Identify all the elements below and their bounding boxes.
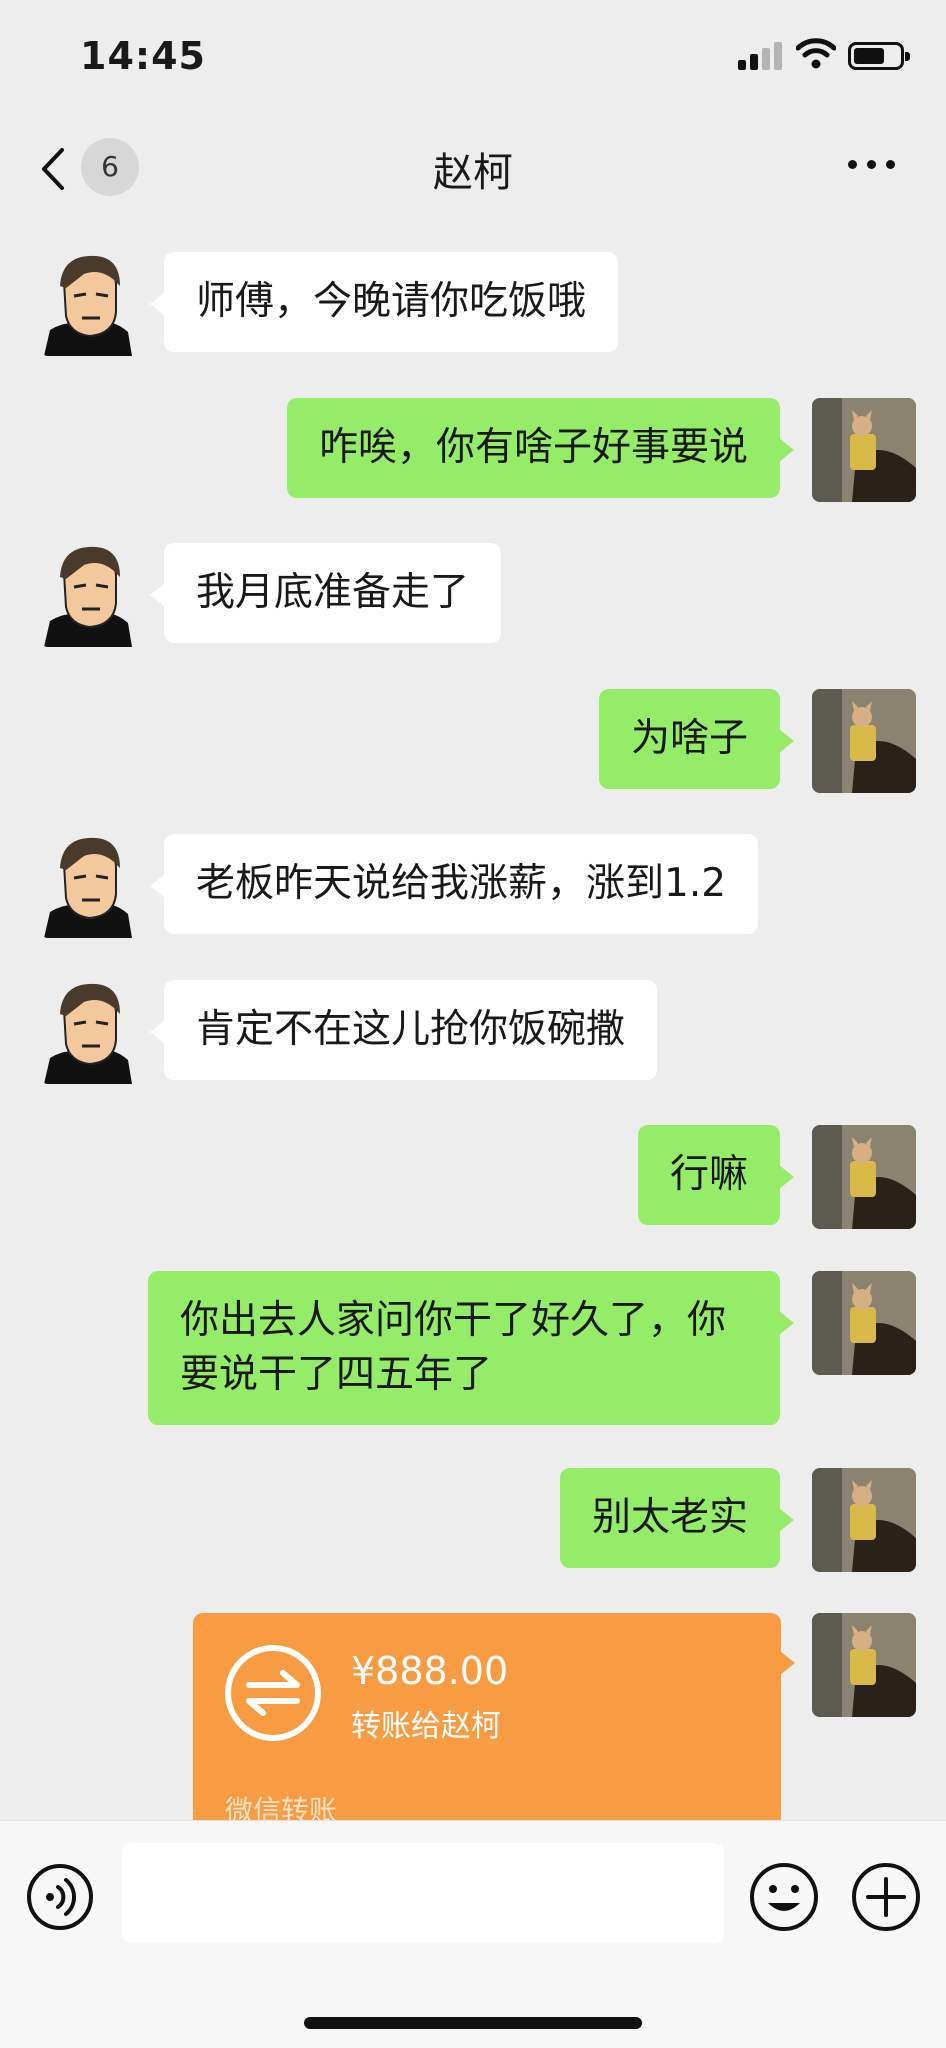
contact-avatar[interactable] [40,980,144,1084]
contact-avatar[interactable] [40,834,144,938]
transfer-recipient: 转账给赵柯 [351,1709,501,1744]
my-avatar[interactable] [812,689,916,793]
message-bubble-sent[interactable]: 别太老实 [559,1468,795,1568]
plus-icon[interactable] [850,1861,922,1933]
ellipsis-icon[interactable] [846,154,898,174]
message-bubble-received[interactable]: 我月底准备走了 [149,543,502,643]
voice-icon[interactable] [26,1863,94,1931]
transfer-amount: ¥888.00 [351,1649,509,1693]
message-bubble-received[interactable]: 肯定不在这儿抢你饭碗撒 [149,980,658,1080]
my-avatar[interactable] [812,1271,916,1375]
message-bubble-sent[interactable]: 为啥子 [598,689,795,789]
my-avatar[interactable] [812,1468,916,1572]
status-time: 14:45 [80,34,206,78]
input-bar [0,1820,946,2048]
message-bubble-received[interactable]: 师傅，今晚请你吃饭哦 [149,252,619,352]
transfer-card[interactable]: ¥888.00 转账给赵柯 微信转账 [193,1613,795,1827]
wifi-icon [796,38,836,69]
message-input[interactable] [122,1843,724,1943]
chat-header: 6 赵柯 [0,110,946,225]
battery-icon [848,42,910,70]
chat-title: 赵柯 [433,150,513,196]
message-bubble-sent[interactable]: 咋唉，你有啥子好事要说 [286,398,795,498]
message-bubble-received[interactable]: 老板昨天说给我涨薪，涨到1.2 [149,834,759,934]
my-avatar[interactable] [812,1125,916,1229]
message-bubble-sent[interactable]: 行嘛 [637,1125,795,1225]
emoji-icon[interactable] [748,1861,820,1933]
my-avatar[interactable] [812,1613,916,1717]
signal-icon [738,40,784,70]
my-avatar[interactable] [812,398,916,502]
contact-avatar[interactable] [40,252,144,356]
transfer-icon [225,1645,321,1741]
message-bubble-sent[interactable]: 你出去人家问你干了好久了，你要说干了四五年了 [148,1271,794,1425]
home-indicator [304,2017,642,2029]
status-bar: 14:45 [0,0,946,110]
contact-avatar[interactable] [40,543,144,647]
